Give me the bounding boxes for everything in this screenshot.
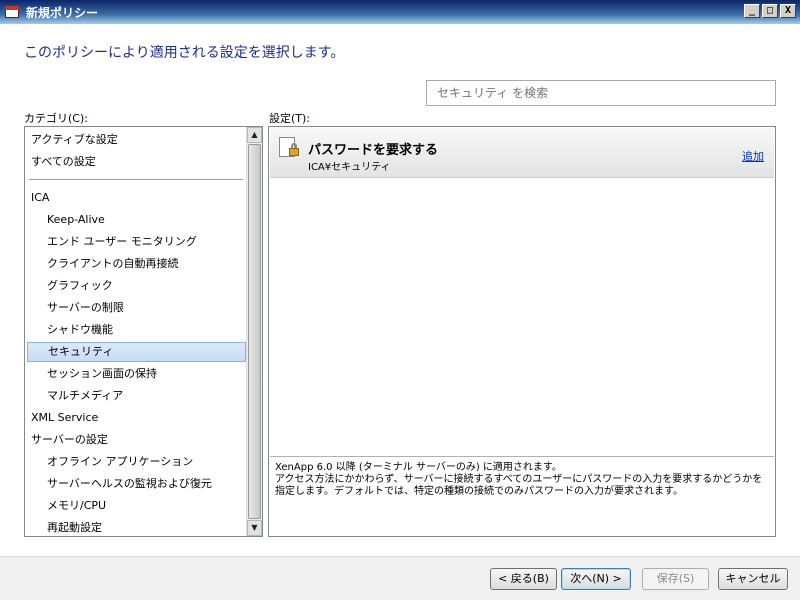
category-item-multimedia[interactable]: マルチメディア	[27, 386, 246, 406]
page-heading: このポリシーにより適用される設定を選択します。	[24, 45, 345, 61]
setting-title: パスワードを要求する	[308, 143, 439, 158]
close-button[interactable]: X	[780, 4, 796, 18]
category-scrollbar[interactable]: ▲ ▼	[246, 127, 262, 536]
category-item-reboot-settings[interactable]: 再起動設定	[27, 518, 246, 536]
scroll-thumb[interactable]	[248, 144, 261, 519]
category-item-keep-alive[interactable]: Keep-Alive	[27, 210, 246, 230]
window-title: 新規ポリシー	[26, 5, 99, 20]
category-item-health-monitoring[interactable]: サーバーヘルスの監視および復元	[27, 474, 246, 494]
category-item-graphics[interactable]: グラフィック	[27, 276, 246, 296]
scroll-up-button[interactable]: ▲	[247, 127, 262, 143]
category-item-ica[interactable]: ICA	[27, 188, 246, 208]
add-setting-link[interactable]: 追加	[742, 148, 764, 164]
category-item-session-reliability[interactable]: セッション画面の保持	[27, 364, 246, 384]
description-line-2: アクセス方法にかかわらず、サーバーに接続するすべてのユーザーにパスワードの入力を…	[275, 474, 763, 485]
search-input[interactable]	[426, 80, 776, 106]
minimize-button[interactable]: _	[744, 4, 760, 18]
category-item-server-limits[interactable]: サーバーの制限	[27, 298, 246, 318]
cancel-button[interactable]: キャンセル	[718, 568, 788, 590]
category-list-panel: アクティブな設定 すべての設定 ICA Keep-Alive エンド ユーザー …	[24, 126, 263, 537]
settings-label: 設定(T):	[269, 112, 311, 125]
category-item-security[interactable]: セキュリティ	[27, 342, 246, 362]
description-line-3: 指定します。デフォルトでは、特定の種類の接続でのみパスワードの入力が要求されます…	[275, 486, 683, 497]
setting-row[interactable]: パスワードを要求する ICA¥セキュリティ 追加	[270, 128, 774, 178]
category-label: カテゴリ(C):	[24, 112, 88, 125]
save-button[interactable]: 保存(S)	[642, 568, 709, 590]
setting-path: ICA¥セキュリティ	[308, 162, 391, 173]
description-line-1: XenApp 6.0 以降 (ターミナル サーバーのみ) に適用されます。	[275, 462, 562, 473]
category-item-auto-reconnect[interactable]: クライアントの自動再接続	[27, 254, 246, 274]
password-policy-icon	[277, 136, 301, 160]
category-item-all-settings[interactable]: すべての設定	[27, 152, 246, 172]
category-item-end-user-monitoring[interactable]: エンド ユーザー モニタリング	[27, 232, 246, 252]
app-icon	[4, 4, 20, 20]
footer-bar: < 戻る(B) 次へ(N) > 保存(S) キャンセル	[0, 556, 800, 600]
next-button[interactable]: 次へ(N) >	[561, 568, 631, 590]
category-item-memory-cpu[interactable]: メモリ/CPU	[27, 496, 246, 516]
setting-description: XenApp 6.0 以降 (ターミナル サーバーのみ) に適用されます。 アク…	[270, 456, 774, 535]
title-bar: 新規ポリシー _ □ X	[0, 0, 800, 24]
category-item-offline-applications[interactable]: オフライン アプリケーション	[27, 452, 246, 472]
category-item-active-settings[interactable]: アクティブな設定	[27, 130, 246, 150]
category-item-server-settings[interactable]: サーバーの設定	[27, 430, 246, 450]
maximize-button[interactable]: □	[762, 4, 778, 18]
back-button[interactable]: < 戻る(B)	[490, 568, 557, 590]
category-item-shadowing[interactable]: シャドウ機能	[27, 320, 246, 340]
scroll-down-button[interactable]: ▼	[247, 520, 262, 536]
settings-list-panel: パスワードを要求する ICA¥セキュリティ 追加 XenApp 6.0 以降 (…	[268, 126, 776, 537]
category-item-xml-service[interactable]: XML Service	[27, 408, 246, 428]
window-controls: _ □ X	[744, 4, 796, 18]
category-divider	[29, 179, 243, 180]
